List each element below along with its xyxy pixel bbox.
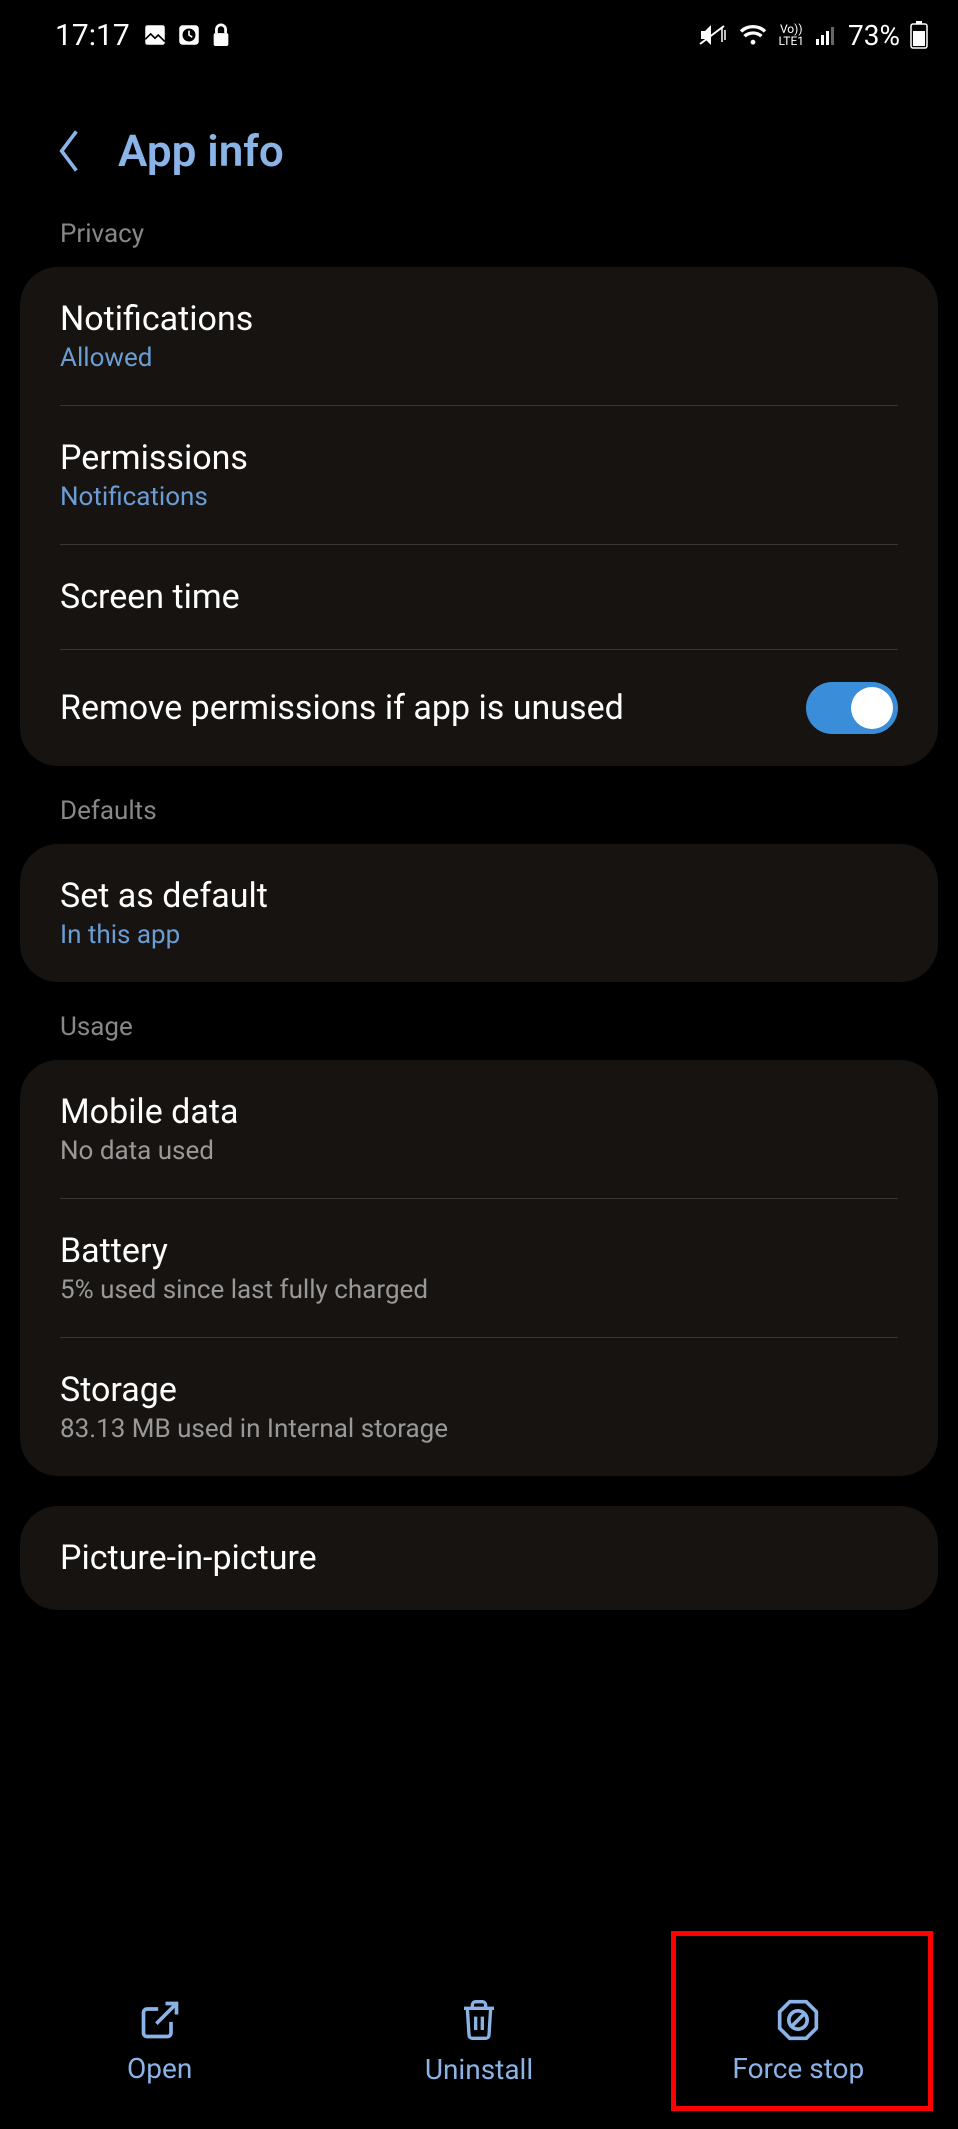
open-button[interactable]: Open xyxy=(0,1949,319,2129)
screen-time-title: Screen time xyxy=(60,577,240,617)
wifi-icon xyxy=(738,23,768,47)
open-label: Open xyxy=(127,2052,192,2085)
mobile-data-item[interactable]: Mobile data No data used xyxy=(20,1060,938,1198)
volte-indicator: Vo))LTE1 xyxy=(778,23,804,47)
force-stop-icon xyxy=(776,1998,820,2042)
battery-item[interactable]: Battery 5% used since last fully charged xyxy=(20,1199,938,1337)
clock-icon xyxy=(176,22,202,48)
set-as-default-item[interactable]: Set as default In this app xyxy=(20,844,938,982)
set-as-default-subtitle: In this app xyxy=(60,920,268,950)
toggle-thumb xyxy=(851,687,893,729)
battery-percent: 73% xyxy=(848,19,900,52)
mobile-data-title: Mobile data xyxy=(60,1092,238,1132)
force-stop-button[interactable]: Force stop xyxy=(639,1949,958,2129)
permissions-title: Permissions xyxy=(60,438,248,478)
set-as-default-title: Set as default xyxy=(60,876,268,916)
status-bar: 17:17 Vo))LTE1 73% xyxy=(0,0,958,70)
picture-in-picture-item[interactable]: Picture-in-picture xyxy=(20,1506,938,1610)
back-icon[interactable] xyxy=(55,129,83,173)
picture-in-picture-title: Picture-in-picture xyxy=(60,1538,317,1578)
privacy-card: Notifications Allowed Permissions Notifi… xyxy=(20,267,938,766)
open-icon xyxy=(138,1998,182,2042)
force-stop-label: Force stop xyxy=(732,2052,864,2085)
signal-icon xyxy=(814,23,838,47)
page-title: App info xyxy=(118,125,284,177)
section-label-defaults: Defaults xyxy=(0,796,958,844)
defaults-card: Set as default In this app xyxy=(20,844,938,982)
battery-icon xyxy=(910,21,928,49)
bottom-nav: Open Uninstall Force stop xyxy=(0,1949,958,2129)
section-label-privacy: Privacy xyxy=(0,217,958,267)
notifications-item[interactable]: Notifications Allowed xyxy=(20,267,938,405)
mute-vibrate-icon xyxy=(698,22,728,48)
battery-title: Battery xyxy=(60,1231,428,1271)
permissions-item[interactable]: Permissions Notifications xyxy=(20,406,938,544)
storage-item[interactable]: Storage 83.13 MB used in Internal storag… xyxy=(20,1338,938,1476)
trash-icon xyxy=(459,1997,499,2043)
remove-permissions-title: Remove permissions if app is unused xyxy=(60,688,624,728)
status-bar-left: 17:17 xyxy=(55,18,232,53)
header: App info xyxy=(0,70,958,217)
status-icons-left xyxy=(142,22,232,48)
status-bar-right: Vo))LTE1 73% xyxy=(698,19,928,52)
gallery-icon xyxy=(142,22,168,48)
screen-time-item[interactable]: Screen time xyxy=(20,545,938,649)
status-time: 17:17 xyxy=(55,18,130,53)
uninstall-button[interactable]: Uninstall xyxy=(319,1949,638,2129)
remove-permissions-toggle[interactable] xyxy=(806,682,898,734)
permissions-subtitle: Notifications xyxy=(60,482,248,512)
pip-card: Picture-in-picture xyxy=(20,1506,938,1610)
section-label-usage: Usage xyxy=(0,1012,958,1060)
uninstall-label: Uninstall xyxy=(425,2053,533,2086)
remove-permissions-item[interactable]: Remove permissions if app is unused xyxy=(20,650,938,766)
notifications-subtitle: Allowed xyxy=(60,343,253,373)
usage-card: Mobile data No data used Battery 5% used… xyxy=(20,1060,938,1476)
storage-subtitle: 83.13 MB used in Internal storage xyxy=(60,1414,448,1444)
lock-icon xyxy=(210,22,232,48)
battery-subtitle: 5% used since last fully charged xyxy=(60,1275,428,1305)
notifications-title: Notifications xyxy=(60,299,253,339)
mobile-data-subtitle: No data used xyxy=(60,1136,238,1166)
storage-title: Storage xyxy=(60,1370,448,1410)
